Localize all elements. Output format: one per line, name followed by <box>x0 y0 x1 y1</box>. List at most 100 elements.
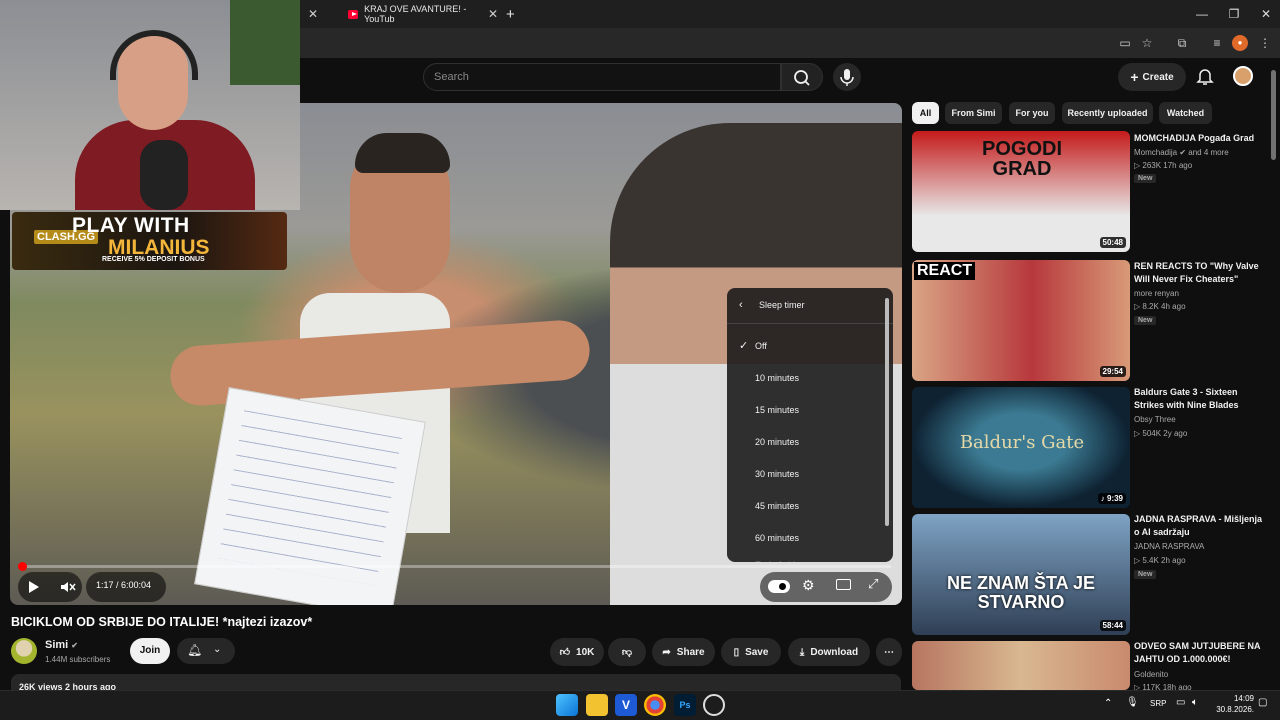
rec-channel[interactable]: Goldenito <box>1134 670 1168 679</box>
video-frame-person-hair <box>355 133 450 173</box>
keyboard-language[interactable]: SRP <box>1150 699 1166 708</box>
rec-thumbnail[interactable]: REACT 29:54 <box>912 260 1130 381</box>
headset-icon <box>110 30 198 80</box>
file-explorer-icon[interactable] <box>586 694 608 716</box>
share-button[interactable]: ➦ Share <box>652 638 715 666</box>
rec-meta: ▷ 5.4K 2h ago <box>1134 556 1186 565</box>
rec-channel[interactable]: JADNA RASPRAVA <box>1134 542 1204 551</box>
more-actions-button[interactable]: ⋯ <box>876 638 902 666</box>
rec-meta: ▷ 504K 2y ago <box>1134 429 1188 438</box>
rec-title[interactable]: Baldurs Gate 3 - Sixteen Strikes with Ni… <box>1134 386 1264 412</box>
app-circle-icon[interactable] <box>703 694 725 716</box>
progress-bar[interactable] <box>21 565 891 568</box>
sleep-option-15[interactable]: 15 minutes <box>727 395 882 425</box>
like-button[interactable]: 👍︎ 10K <box>550 638 604 666</box>
close-window-button[interactable]: ✕ <box>1256 4 1276 24</box>
system-clock[interactable]: 14:09 30.8.2026. <box>1214 693 1254 715</box>
chip-all[interactable]: All <box>912 102 939 124</box>
search-button[interactable] <box>781 63 823 91</box>
create-button[interactable]: + Create <box>1118 63 1186 91</box>
tray-chevron-icon[interactable]: ⌃ <box>1104 698 1112 709</box>
minimize-button[interactable]: — <box>1192 4 1212 24</box>
progress-scrubber[interactable] <box>18 562 27 571</box>
network-icon[interactable]: ▭ <box>1176 697 1185 708</box>
photoshop-icon[interactable]: Ps <box>674 694 696 716</box>
back-chevron-icon[interactable]: ‹ <box>739 288 743 322</box>
sleep-timer-header[interactable]: ‹ Sleep timer <box>727 288 893 324</box>
time-display: 1:17 / 6:00:04 <box>96 580 152 590</box>
banner-subtext: RECEIVE 5% DEPOSIT BONUS <box>102 256 205 263</box>
bookmark-star-icon[interactable]: ☆ <box>1139 35 1155 51</box>
sleep-option-30[interactable]: 30 minutes <box>727 459 882 489</box>
rec-thumbnail[interactable] <box>912 641 1130 690</box>
channel-name[interactable]: Simi ✔ <box>45 639 78 651</box>
sleep-option-off[interactable]: ✓ Off <box>727 331 882 361</box>
microphone-icon <box>840 69 854 86</box>
extensions-icon[interactable]: ⧉ <box>1174 35 1190 51</box>
sleep-menu-scrollbar[interactable] <box>885 298 889 526</box>
sleep-option-60[interactable]: 60 minutes <box>727 523 882 553</box>
tab-close-button[interactable]: ✕ <box>488 7 498 21</box>
more-icon: ⋯ <box>884 646 894 658</box>
subscription-bell-button[interactable]: 🔔︎ ⌄ <box>177 638 235 664</box>
rec-title[interactable]: REN REACTS TO "Why Valve Will Never Fix … <box>1134 260 1264 286</box>
save-button[interactable]: ▯ Save <box>721 638 781 666</box>
account-avatar[interactable] <box>1233 66 1253 86</box>
thumb-text: Baldur's Gate <box>959 432 1085 453</box>
voice-search-button[interactable] <box>833 63 861 91</box>
microphone-stand <box>140 140 188 210</box>
rec-thumbnail[interactable]: NE ZNAM ŠTA JE STVARNO 58:44 <box>912 514 1130 635</box>
subscriber-count: 1.44M subscribers <box>45 655 111 664</box>
app-v-icon[interactable]: V <box>615 694 637 716</box>
search-icon <box>794 70 810 86</box>
rec-channel[interactable]: more renyan <box>1134 289 1179 298</box>
search-input[interactable]: Search <box>423 63 781 91</box>
maximize-button[interactable]: ❐ <box>1224 4 1244 24</box>
join-button[interactable]: Join <box>130 638 170 664</box>
channel-avatar[interactable] <box>11 638 37 664</box>
rec-channel[interactable]: Momchadija ✔ and 4 more <box>1134 148 1229 157</box>
chevron-down-icon: ⌄ <box>213 644 222 655</box>
tray-mic-icon[interactable]: 🎙︎ <box>1126 697 1139 708</box>
rec-title[interactable]: ODVEO SAM JUTJUBERE NA JAHTU OD 1.000.00… <box>1134 640 1264 666</box>
rec-thumbnail[interactable]: Baldur's Gate ♪ 9:39 <box>912 387 1130 508</box>
dislike-button[interactable]: 👎︎ <box>608 638 646 666</box>
notifications-tray-icon[interactable]: ▢ <box>1258 697 1267 708</box>
rec-thumbnail[interactable]: POGODI GRAD 50:48 <box>912 131 1130 252</box>
windows-start-icon[interactable] <box>556 694 578 716</box>
chrome-icon[interactable] <box>644 694 666 716</box>
rec-title[interactable]: JADNA RASPRAVA - Mišljenja o AI sadržaju <box>1134 513 1264 539</box>
autoplay-toggle[interactable] <box>768 580 790 593</box>
play-icon[interactable] <box>24 578 42 596</box>
sleep-option-10[interactable]: 10 minutes <box>727 363 882 393</box>
chip-from-simi[interactable]: From Simi <box>945 102 1002 124</box>
browser-menu-icon[interactable]: ⋮ <box>1257 35 1273 51</box>
video-title: BICIKLOM OD SRBIJE DO ITALIJE! *najtezi … <box>11 615 313 629</box>
video-frame-handwriting <box>218 410 402 586</box>
download-button[interactable]: ⤓ Download <box>788 638 870 666</box>
chip-watched[interactable]: Watched <box>1159 102 1212 124</box>
notifications-button[interactable] <box>1194 65 1216 87</box>
mute-icon[interactable] <box>58 578 76 596</box>
settings-gear-icon[interactable]: ⚙ <box>802 577 815 594</box>
sleep-option-end[interactable]: End of video <box>727 550 882 562</box>
reading-list-icon[interactable]: ≡ <box>1209 35 1225 51</box>
sleep-option-45[interactable]: 45 minutes <box>727 491 882 521</box>
theater-mode-icon[interactable] <box>836 579 851 590</box>
tab-close-previous[interactable]: ✕ <box>298 0 318 28</box>
chip-for-you[interactable]: For you <box>1009 102 1055 124</box>
tab-active[interactable]: KRAJ OVE AVANTURE! - YouTub ✕ <box>348 0 498 28</box>
bell-outline-icon: 🔔︎ <box>187 643 203 657</box>
rec-channel[interactable]: Obsy Three <box>1134 415 1176 424</box>
profile-icon[interactable]: ● <box>1232 35 1248 51</box>
chip-recently-uploaded[interactable]: Recently uploaded <box>1062 102 1153 124</box>
thumb-text: POGODI GRAD <box>981 138 1062 180</box>
fullscreen-icon[interactable]: ⤢ <box>868 576 878 592</box>
cast-icon[interactable]: ▭ <box>1117 35 1133 51</box>
rec-title[interactable]: MOMCHADIJA Pogađa Grad <box>1134 132 1264 145</box>
new-badge: New <box>1134 570 1157 579</box>
new-tab-button[interactable]: + <box>506 0 515 28</box>
page-scrollbar[interactable] <box>1271 70 1276 160</box>
sleep-option-20[interactable]: 20 minutes <box>727 427 882 457</box>
volume-icon[interactable]: 🔈︎ <box>1192 697 1198 708</box>
